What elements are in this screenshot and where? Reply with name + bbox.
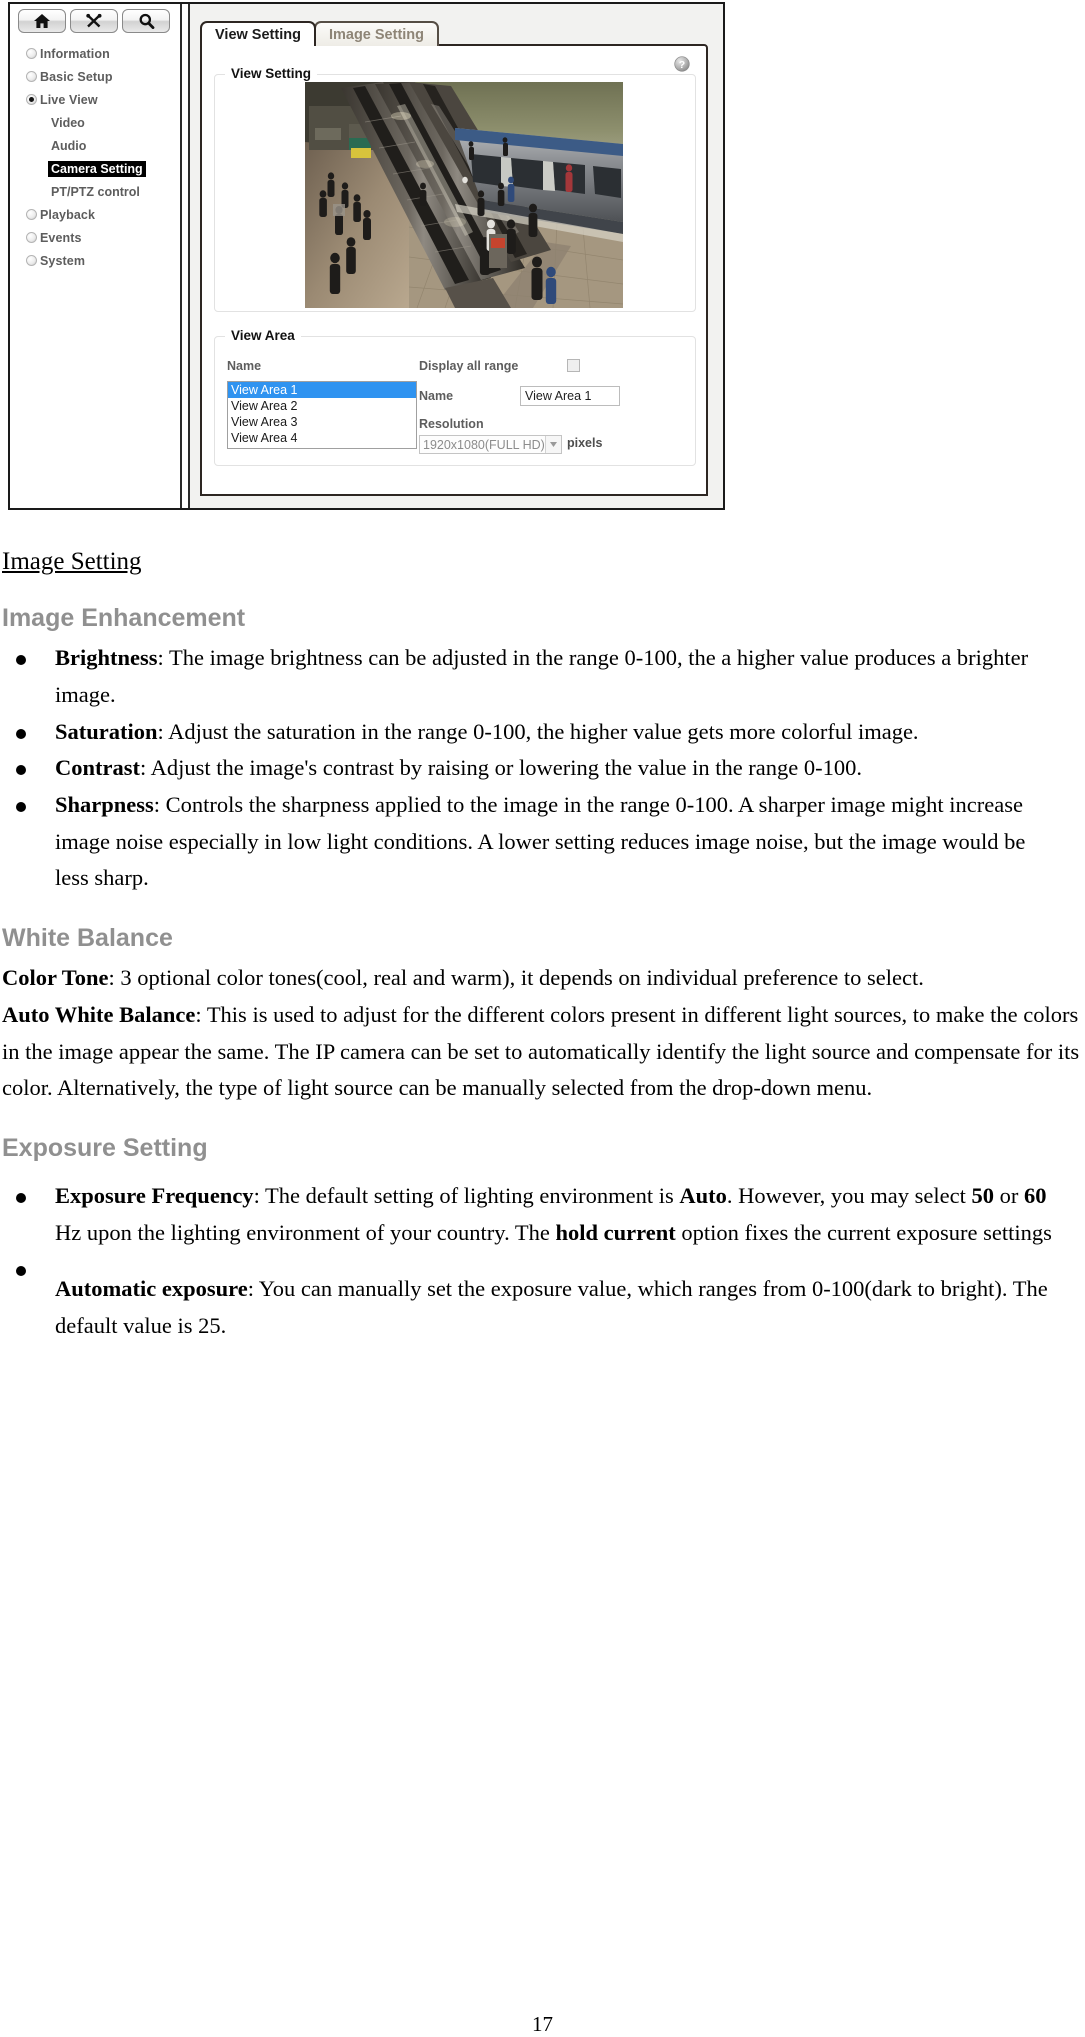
view-setting-legend: View Setting (225, 66, 318, 81)
paragraph-auto-white-balance: Auto White Balance: This is used to adju… (2, 997, 1085, 1107)
radio-icon-basic-setup (26, 71, 37, 82)
paragraph-term: Auto White Balance (2, 1001, 196, 1027)
sidebar-item-label: System (40, 253, 86, 268)
bullet-term: Saturation (55, 718, 158, 744)
sidebar-item-label: Basic Setup (40, 69, 113, 84)
bullet-text: : Adjust the saturation in the range 0-1… (157, 718, 919, 744)
view-area-listbox[interactable]: View Area 1 View Area 2 View Area 3 View… (227, 381, 417, 449)
camera-preview-image[interactable] (305, 82, 623, 308)
list-item[interactable]: View Area 1 (228, 382, 416, 398)
document-body: Image Setting Image Enhancement Brightne… (0, 525, 1085, 2036)
bullet-text: : Controls the sharpness applied to the … (55, 791, 1026, 891)
view-area-group: View Area Name View Area 1 View Area 2 V… (214, 328, 696, 466)
main-pane: View Setting Image Setting ? View Settin… (188, 4, 723, 508)
sidebar-item-system[interactable]: System (10, 249, 182, 272)
radio-icon-information (26, 48, 37, 59)
search-icon (138, 13, 155, 29)
resolution-select-value: 1920x1080(FULL HD) (423, 437, 545, 452)
resolution-select[interactable]: 1920x1080(FULL HD) (419, 435, 562, 454)
sidebar-item-label: Live View (40, 92, 98, 107)
radio-icon-playback (26, 209, 37, 220)
exposure-setting-list: Exposure Frequency: The default setting … (0, 1164, 1085, 1345)
home-icon (33, 13, 51, 29)
screenshot-content: Information Basic Setup Live View Video … (10, 4, 723, 508)
page-title: Image Setting (2, 548, 142, 575)
sidebar-item-live-view[interactable]: Live View (10, 88, 182, 111)
tab-panel: ? View Setting View Area Name View Area … (200, 44, 708, 496)
sidebar-item-video[interactable]: Video (10, 111, 182, 134)
resolution-label: Resolution (419, 417, 484, 431)
view-area-legend: View Area (225, 328, 301, 343)
view-area-name-input[interactable]: View Area 1 (520, 386, 620, 406)
sidebar-nav: Information Basic Setup Live View Video … (10, 42, 182, 272)
tools-icon (85, 13, 103, 29)
home-button[interactable] (18, 9, 66, 33)
image-enhancement-list: Brightness: The image brightness can be … (0, 634, 1085, 897)
sidebar-item-label: Events (40, 230, 82, 245)
section-heading-image-enhancement: Image Enhancement (2, 604, 246, 632)
help-question-mark-icon[interactable]: ? (674, 56, 690, 72)
sidebar-subitem-label: Camera Setting (48, 160, 146, 177)
pixels-label: pixels (567, 436, 603, 450)
chevron-down-icon (545, 436, 561, 453)
sidebar-toolbar (18, 9, 170, 33)
sidebar-subitem-label: Audio (51, 138, 87, 153)
bullet-text: : Adjust the image's contrast by raising… (140, 755, 863, 781)
paragraph-term: Color Tone (2, 965, 109, 991)
view-area-name-list-label: Name (227, 359, 262, 373)
list-item: Brightness: The image brightness can be … (0, 640, 1085, 713)
svg-text:?: ? (679, 59, 685, 71)
paragraph-color-tone: Color Tone: 3 optional color tones(cool,… (2, 954, 1085, 997)
bullet-term: Automatic exposure (55, 1276, 248, 1302)
name-field-label: Name (419, 389, 454, 403)
bullet-term: Sharpness (55, 791, 154, 817)
list-item: Automatic exposure: You can manually set… (0, 1251, 1085, 1344)
sidebar-item-audio[interactable]: Audio (10, 134, 182, 157)
sidebar-subitem-label: PT/PTZ control (51, 184, 140, 199)
sidebar-item-label: Information (40, 46, 110, 61)
sidebar-item-basic-setup[interactable]: Basic Setup (10, 65, 182, 88)
radio-icon-live-view-selected (26, 94, 37, 105)
tab-view-setting[interactable]: View Setting (200, 21, 316, 46)
list-item[interactable]: View Area 2 (228, 398, 416, 414)
bullet-text: : The image brightness can be adjusted i… (55, 645, 1029, 707)
list-item: Sharpness: Controls the sharpness applie… (0, 787, 1085, 897)
radio-icon-events (26, 232, 37, 243)
section-heading-exposure-setting: Exposure Setting (2, 1133, 208, 1162)
list-item: Contrast: Adjust the image's contrast by… (0, 750, 1085, 787)
list-item: Saturation: Adjust the saturation in the… (0, 714, 1085, 751)
list-item[interactable]: View Area 4 (228, 430, 416, 446)
sidebar-item-pt-ptz-control[interactable]: PT/PTZ control (10, 180, 182, 203)
bullet-term: Contrast (55, 755, 140, 781)
sidebar-item-playback[interactable]: Playback (10, 203, 182, 226)
sidebar: Information Basic Setup Live View Video … (10, 4, 182, 508)
tab-image-setting[interactable]: Image Setting (313, 21, 440, 46)
sidebar-item-camera-setting[interactable]: Camera Setting (10, 157, 182, 180)
camera-web-ui-screenshot: Information Basic Setup Live View Video … (8, 2, 725, 510)
display-all-range-checkbox[interactable] (567, 359, 580, 372)
display-all-range-label: Display all range (419, 359, 519, 373)
list-item: Exposure Frequency: The default setting … (0, 1178, 1085, 1251)
tools-button[interactable] (70, 9, 118, 33)
list-item[interactable]: View Area 3 (228, 414, 416, 430)
bullet-term: Exposure Frequency (55, 1183, 254, 1209)
sidebar-subitem-label: Video (51, 115, 85, 130)
sidebar-item-events[interactable]: Events (10, 226, 182, 249)
view-setting-group: View Setting (214, 66, 696, 312)
paragraph-text: : 3 optional color tones(cool, real and … (108, 965, 924, 991)
sidebar-item-label: Playback (40, 207, 96, 222)
radio-icon-system (26, 255, 37, 266)
section-heading-white-balance: White Balance (2, 923, 173, 952)
sidebar-item-information[interactable]: Information (10, 42, 182, 65)
tab-bar: View Setting Image Setting (200, 20, 440, 46)
page-number: 17 (532, 2012, 553, 2036)
bullet-term: Brightness (55, 645, 158, 671)
search-button[interactable] (122, 9, 170, 33)
